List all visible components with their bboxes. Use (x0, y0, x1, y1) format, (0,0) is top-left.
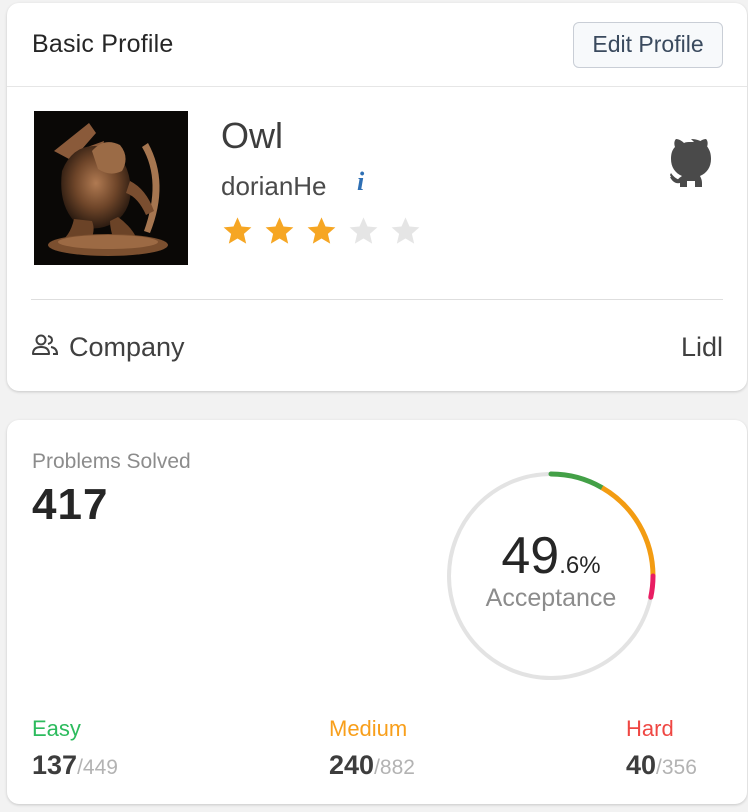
star-filled-icon (223, 217, 252, 244)
problems-solved-count: 417 (32, 480, 109, 529)
star-empty-icon (391, 217, 420, 244)
difficulty-medium: Medium 240/882 (329, 716, 415, 781)
profile-header: Basic Profile Edit Profile (7, 3, 747, 87)
star-empty-icon (349, 217, 378, 244)
people-icon (31, 333, 59, 362)
easy-total: /449 (77, 756, 118, 779)
acceptance-decimal: .6% (559, 551, 601, 579)
medium-solved: 240 (329, 750, 375, 780)
acceptance-label: Acceptance (485, 583, 617, 612)
acceptance-display: 49 .6% Acceptance (443, 468, 659, 684)
star-filled-icon (307, 217, 336, 244)
edit-profile-button[interactable]: Edit Profile (573, 21, 723, 68)
difficulty-easy: Easy 137/449 (32, 716, 118, 781)
rating-stars (221, 215, 422, 247)
medium-label: Medium (329, 716, 408, 741)
medium-total: /882 (374, 756, 415, 779)
hard-solved: 40 (626, 750, 657, 780)
profile-divider (31, 299, 723, 300)
profile-title: Basic Profile (32, 30, 174, 58)
avatar[interactable] (34, 111, 188, 265)
stats-card: Problems Solved 417 49 .6% Acceptance Ea… (7, 420, 747, 804)
profile-card: Basic Profile Edit Profile Owl dorianHe … (7, 3, 747, 391)
info-icon[interactable]: i (357, 167, 364, 197)
avatar-image (34, 111, 188, 265)
company-value: Lidl (680, 331, 723, 362)
github-icon[interactable] (667, 137, 715, 189)
difficulty-hard: Hard 40/356 (626, 716, 697, 781)
profile-name: Owl (221, 115, 283, 156)
company-label: Company (69, 331, 185, 362)
easy-label: Easy (32, 716, 81, 741)
hard-total: /356 (656, 756, 697, 779)
profile-username: dorianHe (221, 171, 327, 201)
company-row: Company Lidl (31, 325, 723, 369)
problems-solved-label: Problems Solved (32, 450, 191, 473)
easy-solved: 137 (32, 750, 78, 780)
hard-label: Hard (626, 716, 674, 741)
acceptance-integer: 49 (501, 526, 560, 585)
star-filled-icon (265, 217, 294, 244)
